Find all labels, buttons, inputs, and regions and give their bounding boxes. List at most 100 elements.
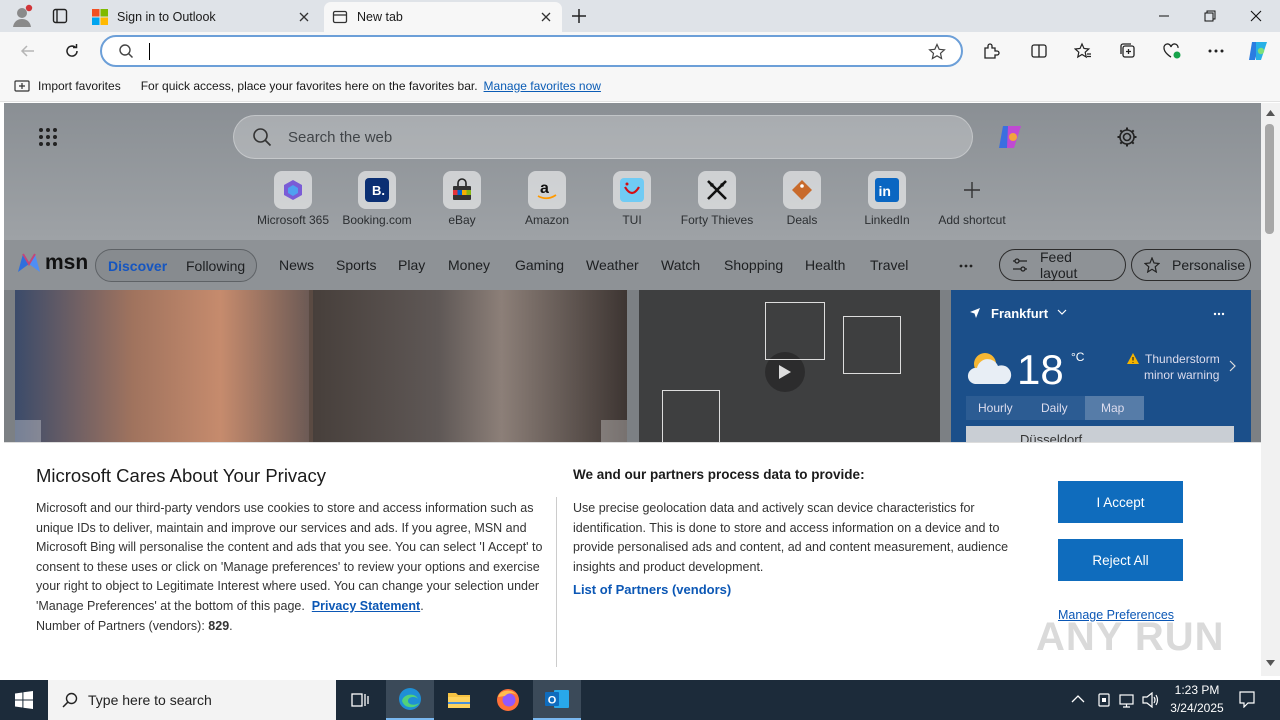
nav-shopping[interactable]: Shopping: [724, 257, 783, 273]
top-story-card[interactable]: [15, 290, 627, 445]
performance-heart-icon[interactable]: [1158, 37, 1186, 65]
shortcut-ebay[interactable]: eBay: [417, 171, 507, 227]
nav-money[interactable]: Money: [448, 257, 490, 273]
file-explorer-icon[interactable]: [435, 680, 483, 720]
video-card[interactable]: [639, 290, 940, 448]
clock-time[interactable]: 1:23 PM: [1172, 683, 1222, 697]
edge-taskbar-icon[interactable]: [386, 680, 434, 720]
refresh-icon[interactable]: [58, 37, 86, 65]
favorites-bar: Import favorites For quick access, place…: [0, 70, 1280, 102]
partners-list-link[interactable]: List of Partners (vendors): [573, 582, 731, 597]
start-windows-icon[interactable]: [0, 680, 48, 720]
minimize-icon[interactable]: [1141, 0, 1187, 32]
weather-more-icon[interactable]: [1213, 312, 1225, 316]
volume-icon[interactable]: [1142, 692, 1160, 708]
task-view-icon[interactable]: [336, 680, 384, 720]
msn-logo[interactable]: msn: [16, 250, 88, 276]
import-favorites-button[interactable]: Import favorites: [14, 78, 121, 94]
shortcut-microsoft-365[interactable]: Microsoft 365: [248, 171, 338, 227]
scroll-up-icon[interactable]: [1266, 110, 1275, 116]
copilot-icon[interactable]: [1244, 37, 1272, 65]
amazon-icon: a: [528, 171, 566, 209]
tab-title: New tab: [357, 10, 403, 24]
feed-layout-button[interactable]: Feed layout: [999, 249, 1126, 281]
nav-travel[interactable]: Travel: [870, 257, 908, 273]
split-screen-icon[interactable]: [1025, 37, 1053, 65]
firefox-icon[interactable]: [484, 680, 532, 720]
close-tab-icon[interactable]: [296, 9, 312, 25]
tab-strip: Sign in to Outlook New tab: [0, 0, 1280, 32]
nav-sports[interactable]: Sports: [336, 257, 376, 273]
apps-grid-icon[interactable]: [38, 127, 58, 147]
following-tab[interactable]: Following: [186, 258, 245, 274]
weather-location[interactable]: Frankfurt: [991, 306, 1048, 321]
weather-tab-daily[interactable]: Daily: [1041, 401, 1068, 415]
copilot-icon[interactable]: [995, 122, 1025, 152]
svg-text:O: O: [548, 695, 557, 707]
weather-card[interactable]: Frankfurt 18 °C Thunderstorm minor warni…: [951, 290, 1251, 450]
close-tab-icon[interactable]: [538, 9, 554, 25]
shortcut-label: Booking.com: [342, 213, 412, 227]
shortcut-amazon[interactable]: a Amazon: [502, 171, 592, 227]
more-menu-icon[interactable]: [1202, 37, 1230, 65]
privacy-body-text: Microsoft and our third-party vendors us…: [36, 501, 543, 613]
sliders-icon: [1012, 257, 1028, 273]
manage-favorites-link[interactable]: Manage favorites now: [484, 79, 601, 93]
discover-tab[interactable]: Discover: [108, 258, 167, 274]
close-window-icon[interactable]: [1233, 0, 1279, 32]
vertical-scrollbar[interactable]: [1261, 103, 1280, 676]
personalise-button[interactable]: Personalise: [1131, 249, 1251, 281]
favorite-star-icon[interactable]: [928, 43, 946, 61]
nav-gaming[interactable]: Gaming: [515, 257, 564, 273]
shortcut-tui[interactable]: TUI: [587, 171, 677, 227]
outlook-taskbar-icon[interactable]: O: [533, 680, 581, 720]
nav-health[interactable]: Health: [805, 257, 845, 273]
chevron-down-icon[interactable]: [1057, 307, 1067, 317]
taskbar-search-box[interactable]: Type here to search: [48, 680, 336, 720]
settings-gear-icon[interactable]: [1116, 126, 1138, 148]
browser-toolbar: [0, 32, 1280, 70]
favorites-icon[interactable]: [1069, 37, 1097, 65]
nav-news[interactable]: News: [279, 257, 314, 273]
clock-date[interactable]: 3/24/2025: [1164, 701, 1230, 715]
profile-icon[interactable]: [10, 4, 34, 28]
tab-actions-icon[interactable]: [52, 8, 68, 24]
scroll-thumb[interactable]: [1265, 124, 1274, 234]
accept-button[interactable]: I Accept: [1058, 481, 1183, 523]
web-search-box[interactable]: Search the web: [233, 115, 973, 159]
new-tab-plus-icon[interactable]: [570, 7, 588, 25]
partners-label: Number of Partners (vendors):: [36, 618, 205, 633]
network-icon[interactable]: [1118, 692, 1136, 708]
nav-watch[interactable]: Watch: [661, 257, 700, 273]
shortcut-add[interactable]: Add shortcut: [927, 171, 1017, 227]
nav-more-icon[interactable]: [959, 264, 973, 268]
scroll-down-icon[interactable]: [1266, 660, 1275, 666]
tab-outlook[interactable]: Sign in to Outlook: [84, 2, 320, 32]
restore-icon[interactable]: [1187, 0, 1233, 32]
address-bar[interactable]: [100, 35, 963, 67]
svg-text:in: in: [879, 183, 891, 199]
import-favorites-label: Import favorites: [38, 78, 121, 93]
privacy-statement-link[interactable]: Privacy Statement: [312, 599, 420, 613]
reject-all-button[interactable]: Reject All: [1058, 539, 1183, 581]
tray-device-icon[interactable]: [1096, 692, 1112, 708]
chevron-right-icon[interactable]: [1228, 360, 1236, 372]
extensions-icon[interactable]: [977, 37, 1005, 65]
shortcut-linkedin[interactable]: in LinkedIn: [842, 171, 932, 227]
shortcut-booking[interactable]: B. Booking.com: [332, 171, 422, 227]
video-frame: [843, 316, 901, 374]
weather-tab-hourly[interactable]: Hourly: [978, 401, 1013, 415]
nav-play[interactable]: Play: [398, 257, 425, 273]
video-frame: [765, 302, 825, 360]
privacy-purposes-title: We and our partners process data to prov…: [573, 467, 865, 482]
nav-weather[interactable]: Weather: [586, 257, 639, 273]
shortcut-deals[interactable]: Deals: [757, 171, 847, 227]
search-icon: [252, 127, 272, 147]
tab-new-tab[interactable]: New tab: [324, 2, 562, 32]
shortcut-forty-thieves[interactable]: Forty Thieves: [672, 171, 762, 227]
weather-tab-map[interactable]: Map: [1101, 401, 1124, 415]
tray-chevron-up-icon[interactable]: [1071, 694, 1085, 704]
notifications-icon[interactable]: [1238, 690, 1256, 708]
collections-icon[interactable]: [1114, 37, 1142, 65]
back-arrow-icon[interactable]: [14, 37, 42, 65]
